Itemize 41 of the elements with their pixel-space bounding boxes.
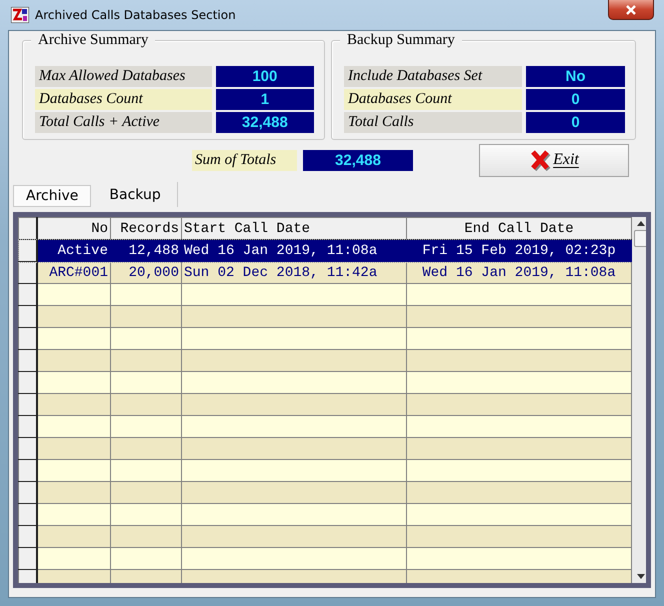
sum-label: Sum of Totals [192, 150, 297, 170]
summary-value: 0 [526, 89, 625, 110]
table-cell: Fri 15 Feb 2019, 02:23p [422, 242, 616, 258]
sum-value: 32,488 [303, 150, 413, 170]
summary-label: Total Calls + Active [35, 112, 212, 133]
table-cell: Active [58, 242, 108, 258]
summary-value: 0 [526, 112, 625, 133]
close-button[interactable] [608, 0, 654, 20]
summary-label: Databases Count [35, 89, 212, 110]
summary-label: Databases Count [344, 89, 522, 110]
scroll-thumb[interactable] [634, 230, 646, 247]
column-header[interactable]: Records [110, 218, 182, 240]
summary-value: No [526, 66, 625, 87]
table-cell: Wed 16 Jan 2019, 11:08a [422, 264, 616, 280]
group-title: Backup Summary [340, 32, 462, 49]
scroll-up-icon[interactable] [636, 221, 644, 226]
summary-label: Total Calls [344, 112, 522, 133]
table-cell: Wed 16 Jan 2019, 11:08a [184, 242, 378, 258]
app-icon [11, 7, 29, 23]
column-header[interactable]: Start Call Date [182, 218, 406, 240]
group-title: Archive Summary [31, 32, 156, 49]
table-row[interactable]: ARC#001 20,000 Sun 02 Dec 2018, 11:42a Wed 16 Jan 2019, 11:08a [18, 262, 632, 284]
column-header[interactable]: End Call Date [406, 218, 632, 240]
summary-value: 1 [216, 89, 314, 110]
table-row[interactable]: Active 12,488 Wed 16 Jan 2019, 11:08a Fri 15 Feb 2019, 02:23p [18, 240, 632, 262]
summary-value: 32,488 [216, 112, 314, 133]
summary-label: Max Allowed Databases [35, 66, 212, 87]
exit-button[interactable]: Exit [479, 144, 629, 176]
table-cell: 12,488 [128, 242, 179, 258]
table-cell: ARC#001 [49, 264, 108, 280]
scrollbar[interactable] [632, 217, 646, 583]
close-icon [625, 4, 637, 14]
table-cell: 20,000 [128, 264, 179, 280]
summary-value: 100 [216, 66, 314, 87]
table-cell: Sun 02 Dec 2018, 11:42a [184, 264, 378, 280]
tab[interactable]: Archive [13, 185, 92, 207]
scroll-down-icon[interactable] [636, 574, 644, 579]
column-header[interactable]: No [37, 218, 110, 240]
window-title: Archived Calls Databases Section [35, 8, 236, 22]
summary-label: Include Databases Set [344, 66, 522, 87]
cross-icon [529, 149, 552, 171]
